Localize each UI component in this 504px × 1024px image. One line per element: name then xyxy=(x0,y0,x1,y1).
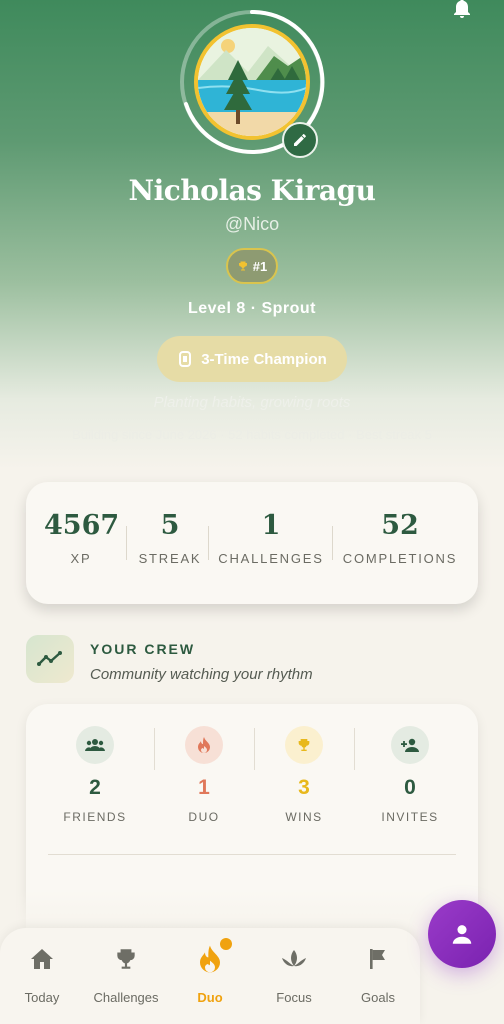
landscape-avatar-image xyxy=(198,28,306,136)
flame-icon xyxy=(168,944,252,974)
group-icon xyxy=(76,726,114,764)
champion-badge[interactable]: 3-Time Champion xyxy=(157,336,347,382)
stat-xp: 4567 XP xyxy=(44,510,120,566)
flame-icon xyxy=(185,726,223,764)
notification-bell-icon[interactable] xyxy=(450,0,474,20)
crew-value: 1 xyxy=(198,776,210,799)
stat-value: 1 xyxy=(261,510,281,541)
stat-label: STREAK xyxy=(138,551,202,566)
trophy-icon xyxy=(84,944,168,974)
crew-title: YOUR CREW xyxy=(90,641,196,657)
crew-label: DUO xyxy=(188,810,220,824)
person-icon xyxy=(452,925,472,944)
stat-completions: 52 COMPLETIONS xyxy=(336,510,464,566)
divider xyxy=(48,854,456,855)
crew-value: 0 xyxy=(404,776,416,799)
profile-handle: @Nico xyxy=(224,214,280,234)
medal-icon xyxy=(179,351,192,367)
divider xyxy=(332,526,333,560)
stat-challenges: 1 CHALLENGES xyxy=(212,510,330,566)
trend-icon xyxy=(26,635,74,683)
stat-value: 52 xyxy=(381,510,419,541)
champion-label: 3-Time Champion xyxy=(201,350,327,368)
profile-fab-button[interactable] xyxy=(428,900,496,968)
nav-item-today[interactable]: Today xyxy=(0,944,84,1005)
crew-value: 3 xyxy=(298,776,310,799)
divider xyxy=(126,526,127,560)
rank-badge[interactable]: #1 xyxy=(226,248,278,284)
crew-friends[interactable]: 2 FRIENDS xyxy=(50,726,140,824)
profile-tagline: Planting habits, growing roots xyxy=(153,394,351,411)
bottom-nav: Today Challenges Duo Focus Goals xyxy=(0,928,420,1024)
person-add-icon xyxy=(391,726,429,764)
stat-streak: 5 STREAK xyxy=(132,510,208,566)
stats-card: 4567 XP 5 STREAK 1 CHALLENGES 52 COMPLET… xyxy=(26,482,478,604)
pencil-icon xyxy=(294,134,306,146)
trophy-icon xyxy=(238,261,247,271)
flag-icon xyxy=(336,944,420,974)
trophy-icon xyxy=(285,726,323,764)
notification-dot xyxy=(220,938,232,950)
nav-label: Goals xyxy=(361,990,395,1005)
nav-label: Duo xyxy=(197,990,223,1005)
stat-value: 4567 xyxy=(44,510,120,541)
rank-label: #1 xyxy=(252,258,268,274)
home-icon xyxy=(0,944,84,974)
stat-label: XP xyxy=(70,551,92,566)
nav-label: Challenges xyxy=(93,990,159,1005)
nav-item-duo[interactable]: Duo xyxy=(168,938,252,1005)
divider xyxy=(254,728,255,770)
stat-label: COMPLETIONS xyxy=(342,551,458,566)
crew-label: WINS xyxy=(285,810,323,824)
divider xyxy=(208,526,209,560)
divider xyxy=(354,728,355,770)
crew-subtitle: Community watching your rhythm xyxy=(90,666,313,683)
stat-label: CHALLENGES xyxy=(218,551,324,566)
nav-label: Focus xyxy=(276,990,312,1005)
profile-name: Nicholas Kiragu xyxy=(128,174,376,207)
crew-duo[interactable]: 1 DUO xyxy=(159,726,249,824)
crew-invites[interactable]: 0 INVITES xyxy=(365,726,455,824)
crew-label: INVITES xyxy=(381,810,439,824)
profile-summary: Building since June 2026 · 52 habits com… xyxy=(72,427,432,442)
nav-item-focus[interactable]: Focus xyxy=(252,944,336,1005)
nav-item-challenges[interactable]: Challenges xyxy=(84,944,168,1005)
lotus-icon xyxy=(252,944,336,974)
crew-wins[interactable]: 3 WINS xyxy=(259,726,349,824)
stat-value: 5 xyxy=(160,510,180,541)
crew-label: FRIENDS xyxy=(63,810,127,824)
crew-value: 2 xyxy=(89,776,101,799)
divider xyxy=(154,728,155,770)
nav-label: Today xyxy=(24,990,60,1005)
nav-item-goals[interactable]: Goals xyxy=(336,944,420,1005)
level-label: Level 8 · Sprout xyxy=(187,300,317,317)
edit-avatar-button[interactable] xyxy=(282,122,318,158)
